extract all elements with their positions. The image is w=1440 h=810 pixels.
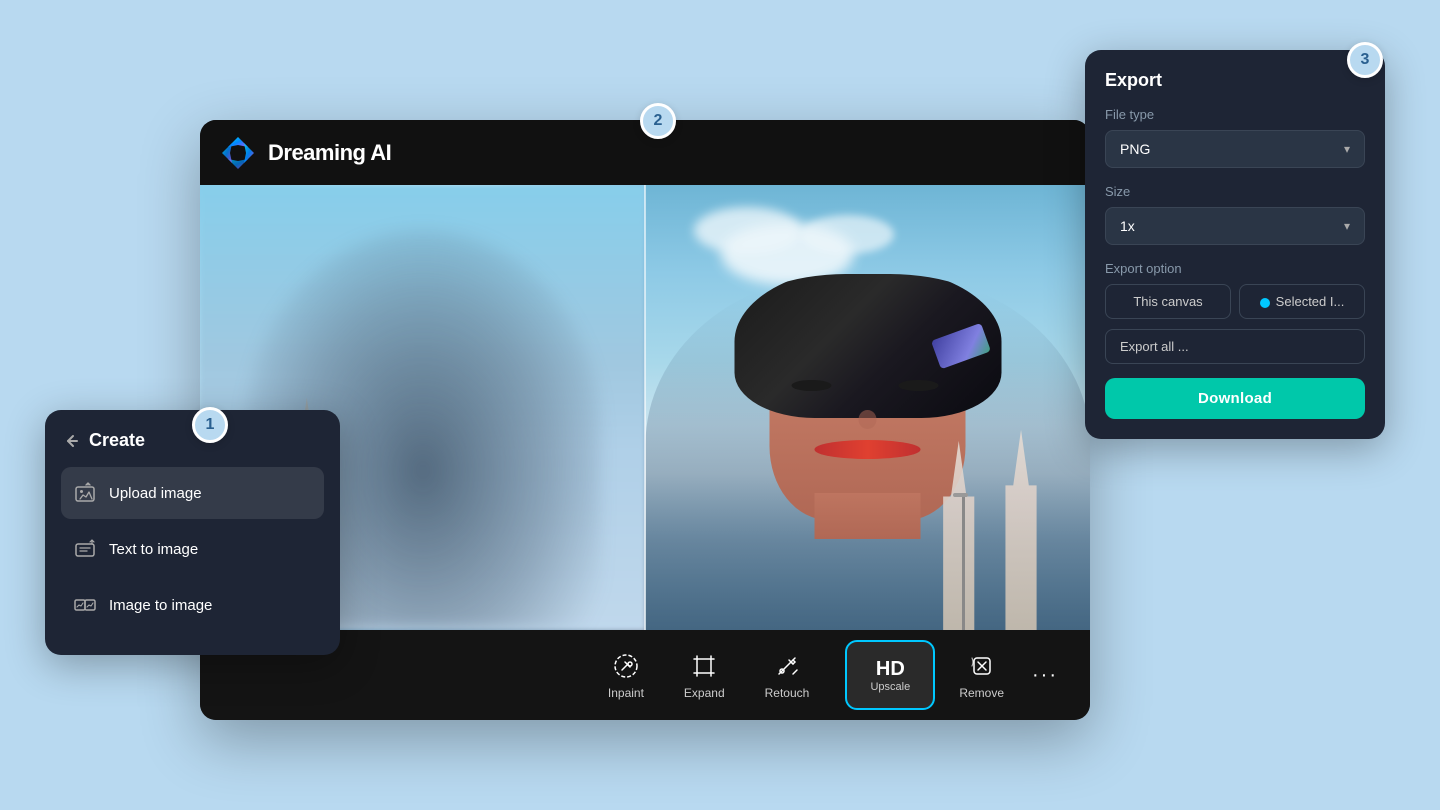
canvas-divider [644,185,646,630]
upload-image-label: Upload image [109,485,202,502]
more-dots: ··· [1032,664,1058,686]
selected-button[interactable]: Selected I... [1239,284,1365,319]
text-to-image-label: Text to image [109,541,198,558]
inpaint-icon [610,650,642,682]
remove-tool[interactable]: Remove [943,642,1020,708]
image-to-image-item[interactable]: Image to image [61,579,324,631]
retouch-label: Retouch [765,686,810,700]
size-select[interactable]: 1x ▾ [1105,207,1365,245]
hd-upscale-button[interactable]: HD Upscale [845,640,935,710]
step-badge-1: 1 [192,407,228,443]
export-options: This canvas Selected I... [1105,284,1365,319]
export-option-label: Export option [1105,261,1365,276]
download-button[interactable]: Download [1105,378,1365,419]
back-button[interactable] [61,431,81,451]
image-to-image-icon [73,593,97,617]
toolbar-tools: Inpaint Expand [592,642,825,708]
this-canvas-button[interactable]: This canvas [1105,284,1231,319]
create-title: Create [89,430,145,451]
expand-icon [688,650,720,682]
app-logo [220,135,256,171]
hd-label: HD [876,658,905,681]
inpaint-label: Inpaint [608,686,644,700]
upscale-label: Upscale [870,681,910,693]
image-to-image-label: Image to image [109,597,212,614]
remove-icon [966,650,998,682]
app-title: Dreaming AI [268,140,391,166]
size-chevron-icon: ▾ [1344,219,1350,233]
text-to-image-icon [73,537,97,561]
radio-dot-icon [1260,298,1270,308]
upload-image-item[interactable]: Upload image [61,467,324,519]
file-type-select[interactable]: PNG ▾ [1105,130,1365,168]
expand-label: Expand [684,686,725,700]
text-to-image-item[interactable]: Text to image [61,523,324,575]
chevron-down-icon: ▾ [1344,142,1350,156]
retouch-tool[interactable]: Retouch [749,642,826,708]
size-label: Size [1105,184,1365,199]
create-panel: Create Upload image Text to image [45,410,340,655]
inpaint-tool[interactable]: Inpaint [592,642,660,708]
export-all-button[interactable]: Export all ... [1105,329,1365,364]
create-header: Create [61,430,324,451]
remove-label: Remove [959,686,1004,700]
export-panel: Export File type PNG ▾ Size 1x ▾ Export … [1085,50,1385,439]
size-value: 1x [1120,218,1135,234]
step-badge-3: 3 [1347,42,1383,78]
file-type-label: File type [1105,107,1365,122]
upload-image-icon [73,481,97,505]
image-right-panel [645,185,1090,630]
step-badge-2: 2 [640,103,676,139]
export-title: Export [1105,70,1365,91]
more-options-button[interactable]: ··· [1020,656,1070,695]
retouch-icon [771,650,803,682]
expand-tool[interactable]: Expand [668,642,741,708]
file-type-value: PNG [1120,141,1150,157]
